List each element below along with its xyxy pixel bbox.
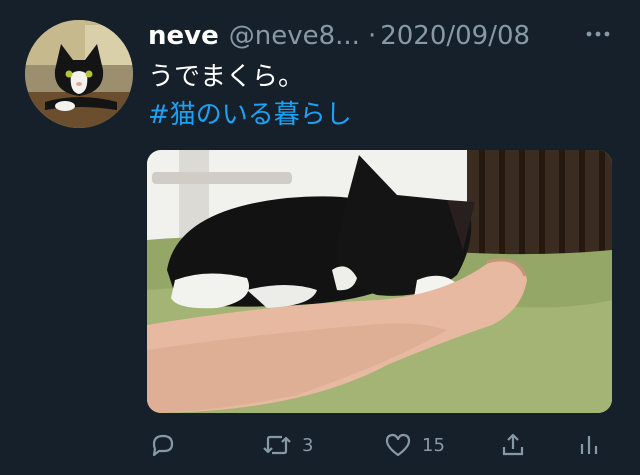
- tweet-action-bar: 3 15: [0, 425, 640, 465]
- retweet-icon: [263, 435, 291, 455]
- hashtag-link[interactable]: #猫のいる暮らし: [148, 98, 352, 132]
- retweet-button[interactable]: 3: [262, 429, 313, 461]
- like-button[interactable]: 15: [384, 429, 445, 461]
- like-count: 15: [422, 434, 445, 456]
- tweet[interactable]: neve @neve8... · 2020/09/08 うでまくら。 #猫のいる…: [0, 0, 640, 475]
- retweet-count: 3: [302, 434, 314, 456]
- share-icon: [502, 433, 524, 456]
- avatar[interactable]: [25, 20, 133, 128]
- reply-button[interactable]: [150, 429, 176, 461]
- tweet-text: うでまくら。: [148, 62, 305, 92]
- tweet-header: neve @neve8... · 2020/09/08: [148, 18, 618, 54]
- analytics-icon: [580, 436, 598, 454]
- tweet-date[interactable]: 2020/09/08: [380, 21, 530, 51]
- tweet-media-image[interactable]: [147, 150, 612, 413]
- heart-icon: [385, 433, 411, 457]
- share-button[interactable]: [500, 429, 526, 461]
- more-options-icon[interactable]: [585, 22, 611, 46]
- reply-icon: [152, 434, 174, 457]
- user-handle[interactable]: @neve8...: [229, 21, 360, 51]
- analytics-button[interactable]: [578, 429, 600, 461]
- separator-dot: ·: [367, 21, 377, 51]
- display-name[interactable]: neve: [148, 21, 219, 51]
